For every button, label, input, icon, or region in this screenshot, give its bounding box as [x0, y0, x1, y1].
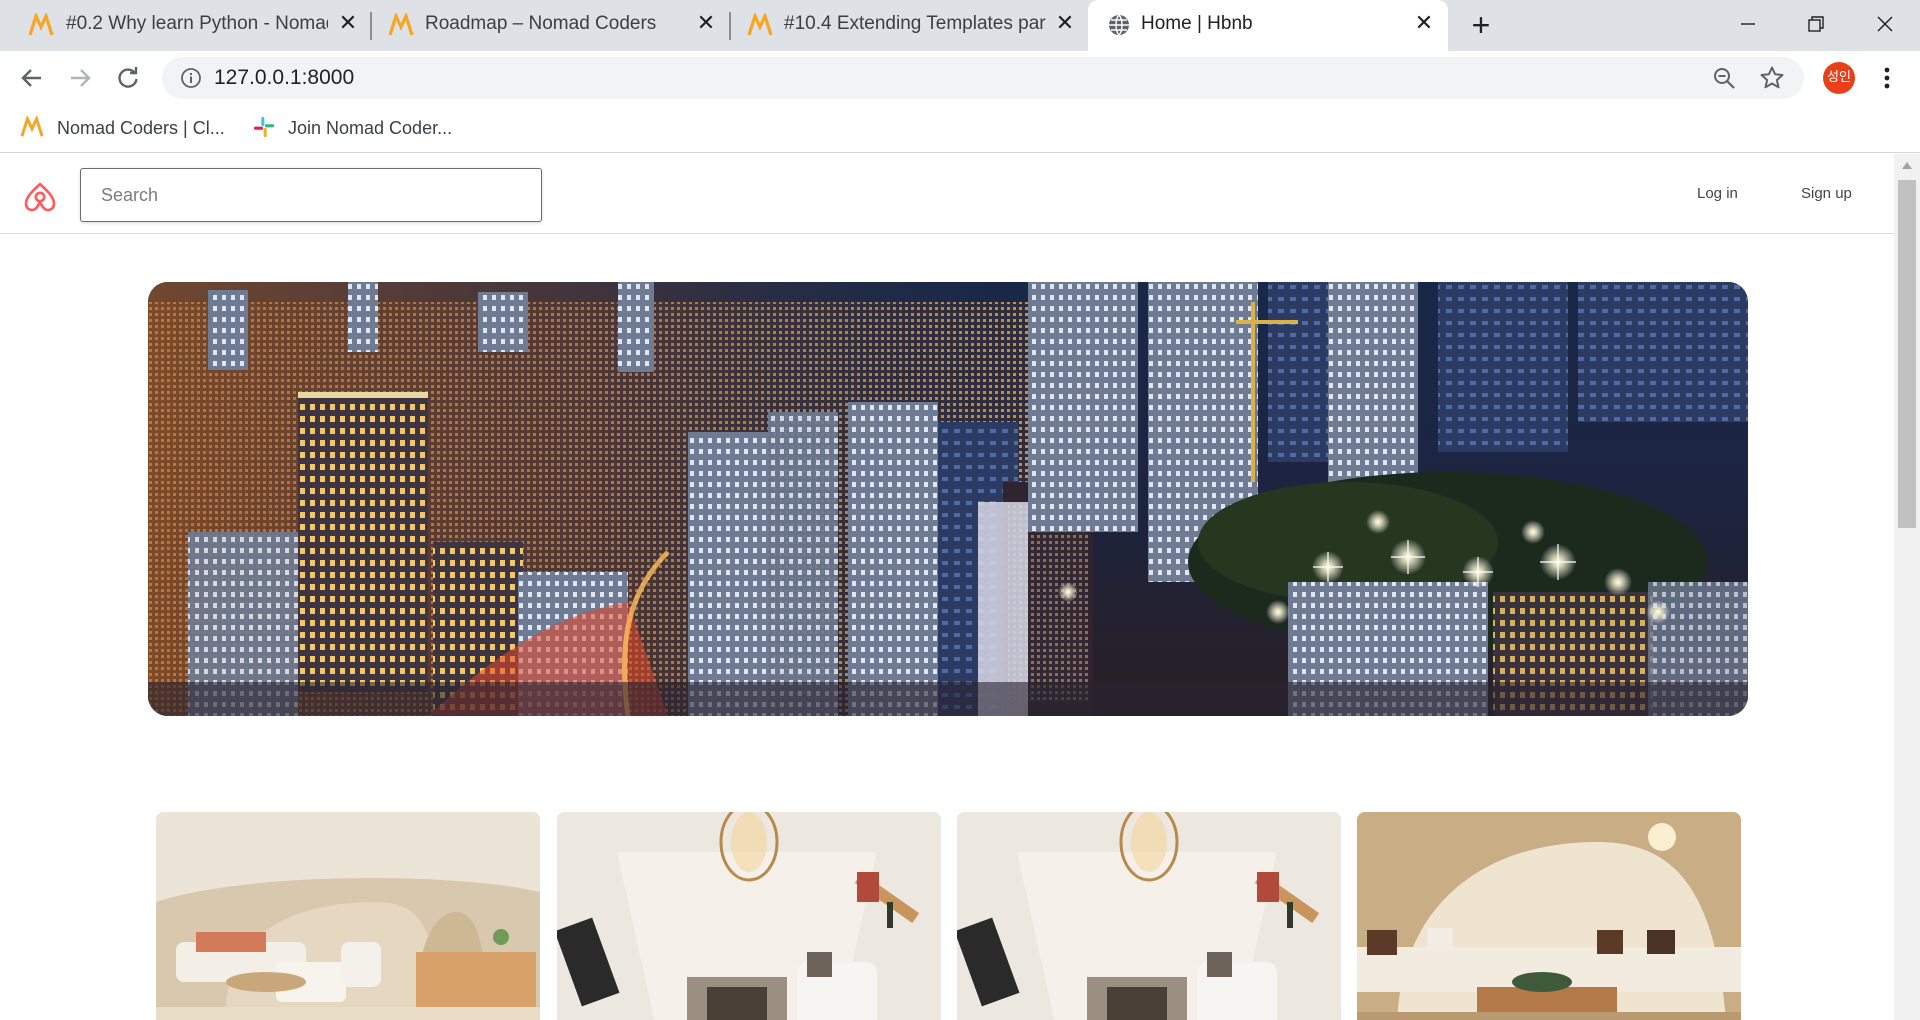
nomad-logo-icon [747, 13, 773, 36]
nomad-logo-icon [388, 13, 414, 36]
bookmarks-bar: Nomad Coders | Cl... Join Nomad Coder... [0, 103, 1920, 153]
zoom-out-icon[interactable] [1712, 66, 1736, 90]
arrow-left-icon [21, 69, 41, 87]
search-input[interactable] [80, 168, 542, 222]
page-scrollbar[interactable] [1894, 154, 1920, 1020]
tab-title: #10.4 Extending Templates part [784, 13, 1046, 34]
nomad-logo-icon [28, 13, 54, 36]
tab-extending-templates[interactable]: #10.4 Extending Templates part ✕ [731, 0, 1087, 51]
room-photo [557, 812, 941, 1020]
site-header: Log in Sign up [0, 154, 1894, 234]
reload-button[interactable] [110, 60, 146, 96]
url-input[interactable] [214, 66, 714, 90]
tab-home-hbnb[interactable]: Home | Hbnb ✕ [1088, 0, 1448, 51]
minimize-icon [1741, 23, 1755, 25]
arrow-right-icon [71, 69, 91, 87]
tab-title: Home | Hbnb [1141, 13, 1253, 34]
tab-roadmap[interactable]: Roadmap – Nomad Coders ✕ [372, 0, 728, 51]
scrollbar-thumb[interactable] [1898, 180, 1916, 528]
new-tab-button[interactable]: + [1464, 8, 1498, 42]
airbnb-logo-icon[interactable] [22, 175, 58, 213]
close-tab-icon[interactable]: ✕ [336, 11, 360, 35]
close-tab-icon[interactable]: ✕ [1053, 11, 1077, 35]
bookmark-nomad-coders[interactable]: Nomad Coders | Cl... [20, 115, 240, 141]
room-card[interactable] [156, 812, 540, 1020]
forward-button[interactable] [62, 60, 98, 96]
page-viewport: Log in Sign up [0, 154, 1894, 1020]
signup-link[interactable]: Sign up [1801, 185, 1852, 202]
reload-icon [118, 67, 138, 88]
close-window-button[interactable] [1855, 6, 1915, 42]
close-tab-icon[interactable]: ✕ [1412, 11, 1436, 35]
more-menu-icon[interactable] [1878, 62, 1896, 94]
close-icon [1877, 16, 1893, 32]
back-button[interactable] [14, 60, 50, 96]
globe-icon [1109, 14, 1129, 36]
profile-avatar[interactable]: 성인 [1823, 62, 1855, 94]
room-list [156, 812, 1742, 1020]
address-bar[interactable] [162, 57, 1804, 99]
tab-title: #0.2 Why learn Python - Nomad [66, 13, 328, 34]
restore-icon [1808, 16, 1824, 32]
room-photo [156, 812, 540, 1020]
bookmark-label: Nomad Coders | Cl... [57, 118, 225, 138]
bookmark-star-icon[interactable] [1759, 65, 1785, 91]
bookmark-join-nomad-coders[interactable]: Join Nomad Coder... [252, 115, 482, 141]
info-icon[interactable] [180, 67, 202, 89]
room-photo [1357, 812, 1741, 1020]
slack-logo-icon [253, 116, 275, 138]
restore-button[interactable] [1786, 6, 1846, 42]
room-card[interactable] [557, 812, 941, 1020]
city-skyline-photo [148, 282, 1748, 716]
scroll-up-icon[interactable] [1902, 162, 1912, 169]
room-card[interactable] [957, 812, 1341, 1020]
close-tab-icon[interactable]: ✕ [694, 11, 718, 35]
nomad-logo-icon [20, 116, 44, 137]
tab-strip: #0.2 Why learn Python - Nomad ✕ Roadmap … [0, 0, 1920, 51]
tab-title: Roadmap – Nomad Coders [425, 13, 657, 34]
minimize-button[interactable] [1718, 6, 1778, 42]
room-card[interactable] [1357, 812, 1741, 1020]
room-photo [957, 812, 1341, 1020]
tab-why-learn-python[interactable]: #0.2 Why learn Python - Nomad ✕ [0, 0, 370, 51]
login-link[interactable]: Log in [1697, 185, 1738, 202]
hero-image [148, 282, 1748, 716]
bookmark-label: Join Nomad Coder... [288, 118, 453, 138]
